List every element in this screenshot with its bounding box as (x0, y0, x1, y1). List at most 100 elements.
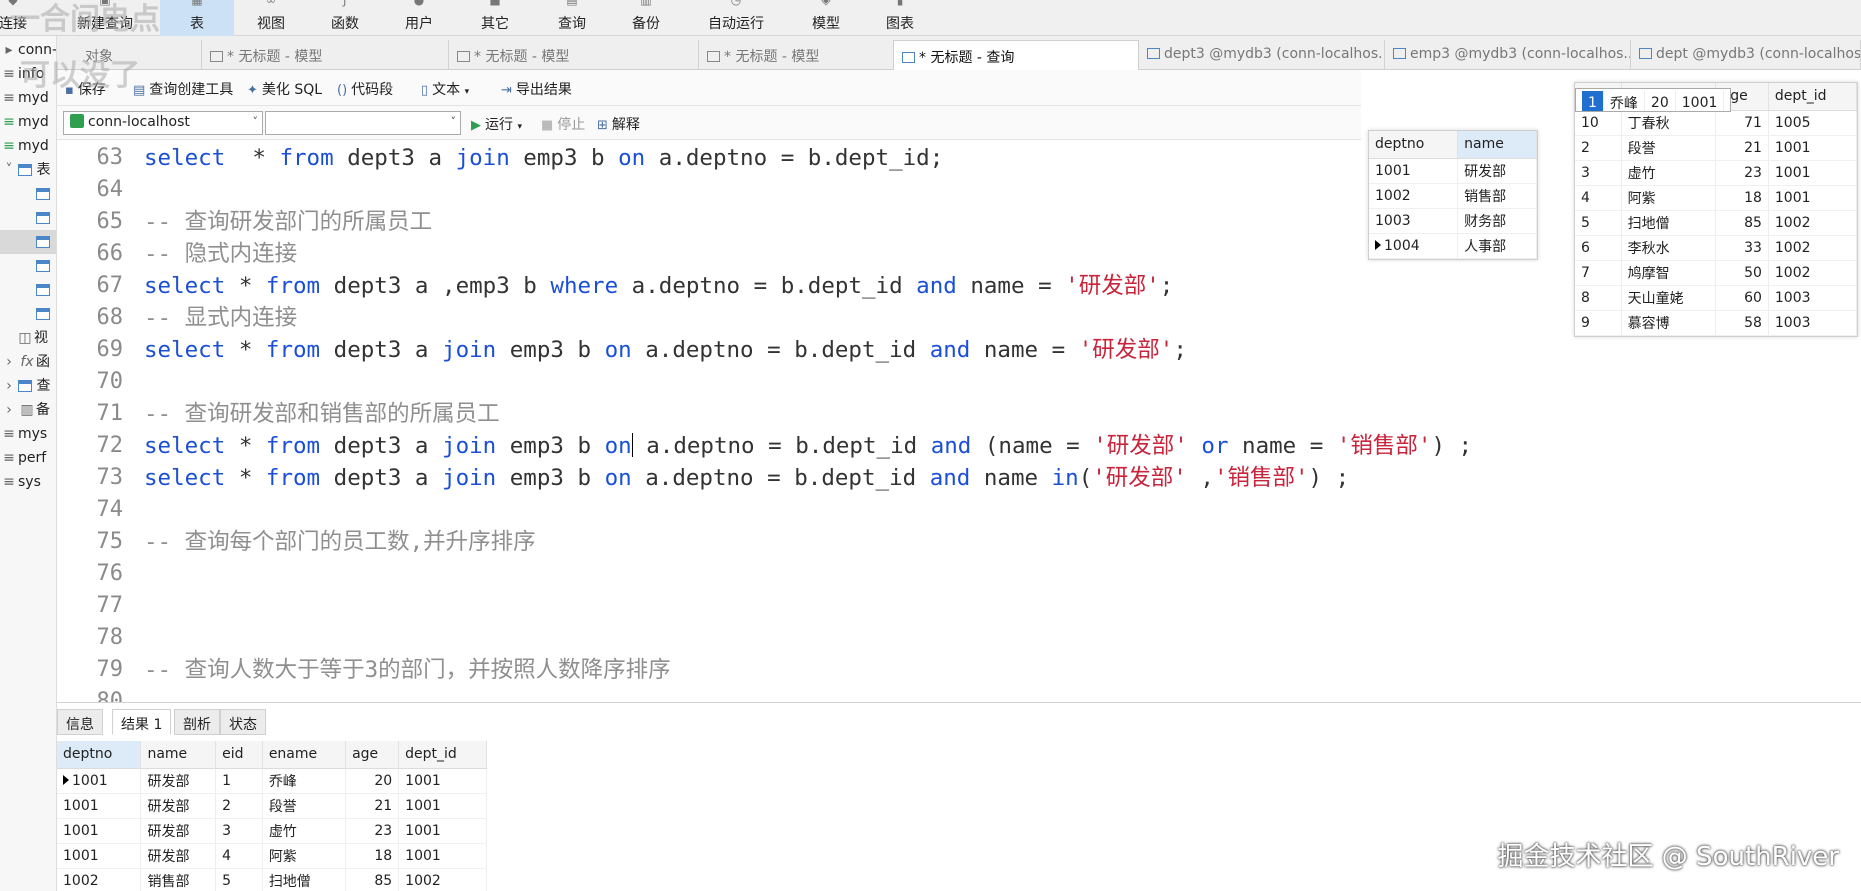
table-row[interactable]: 1001 研发部 (1369, 158, 1537, 184)
column-header[interactable]: dept_id (398, 741, 487, 769)
table-cell[interactable]: 1001 (57, 843, 142, 869)
nav-db-mydb3[interactable]: ≡ myd (0, 134, 56, 158)
table-cell[interactable]: 1001 (398, 843, 487, 869)
code-line[interactable]: -- 查询人数大于等于3的部门，并按照人数降序排序 (144, 654, 671, 686)
column-header[interactable]: deptno (1369, 131, 1459, 159)
table-cell[interactable]: 1001 (57, 818, 142, 844)
table-cell[interactable]: 1001 (1675, 91, 1725, 111)
ribbon-query-button[interactable]: ▤ 查询 (535, 0, 609, 36)
run-button[interactable]: ▶ 运行 ▾ (471, 114, 522, 134)
table-cell[interactable]: 60 (1715, 285, 1769, 311)
column-header[interactable]: eid (215, 741, 263, 769)
table-cell[interactable]: 5 (1575, 210, 1622, 236)
nav-views-folder[interactable]: ◫ 视 (0, 326, 56, 350)
table-cell[interactable]: 扫地僧 (1621, 210, 1716, 236)
table-row[interactable]: 1001 研发部 4 阿紫 18 1001 (57, 843, 487, 869)
table-cell[interactable]: 33 (1715, 235, 1769, 261)
table-cell[interactable]: 人事部 (1457, 233, 1537, 259)
table-row[interactable]: 1001 研发部 3 虚竹 23 1001 (57, 818, 487, 844)
nav-backups-folder[interactable]: › ▥ 备 (0, 398, 56, 422)
ribbon-function-button[interactable]: ƒ 函数 (308, 0, 382, 36)
table-cell[interactable]: 21 (1715, 135, 1769, 161)
dept-table-grid[interactable]: deptno name 1001 研发部 1002 销售部 1003 财务部 1004 人事部 (1368, 130, 1538, 260)
table-cell[interactable]: 虚竹 (262, 818, 347, 844)
text-mode-dropdown[interactable]: ▯ 文本 ▾ (421, 79, 469, 99)
table-row[interactable]: 1003 财务部 (1369, 208, 1537, 234)
code-line[interactable]: -- 隐式内连接 (144, 238, 297, 270)
nav-db-mydb1[interactable]: ≡ myd (0, 86, 56, 110)
table-cell[interactable]: 1001 (1768, 160, 1858, 186)
table-cell[interactable]: 20 (345, 768, 400, 794)
table-cell[interactable]: 7 (1575, 260, 1622, 286)
table-cell[interactable]: 乔峰 (262, 768, 347, 794)
table-cell[interactable]: 1001 (398, 793, 487, 819)
column-header[interactable]: name (140, 741, 217, 769)
table-cell[interactable]: 研发部 (140, 768, 217, 794)
tab-emp3-table[interactable]: emp3 @mydb3 (conn-localhos... (1385, 40, 1631, 70)
code-line[interactable]: select * from dept3 a join emp3 b on a.d… (144, 462, 1349, 494)
table-cell[interactable]: 1001 (398, 768, 487, 794)
table-cell[interactable]: 4 (215, 843, 263, 869)
table-cell[interactable]: 研发部 (140, 793, 217, 819)
table-cell[interactable]: 扫地僧 (262, 868, 347, 891)
code-line[interactable]: -- 查询研发部门的所属员工 (144, 206, 432, 238)
table-cell[interactable]: 段誉 (1621, 135, 1716, 161)
table-row[interactable]: 5 扫地僧 85 1002 (1575, 210, 1858, 236)
nav-table[interactable] (0, 278, 56, 302)
table-cell[interactable]: 研发部 (1457, 158, 1537, 184)
table-cell[interactable]: 1002 (398, 868, 487, 891)
table-cell[interactable]: 虚竹 (1621, 160, 1716, 186)
table-cell[interactable]: 鸠摩智 (1621, 260, 1716, 286)
table-cell[interactable]: 段誉 (262, 793, 347, 819)
save-button[interactable]: ▪ 保存 (65, 79, 106, 99)
tab-model-2[interactable]: * 无标题 - 模型 (449, 40, 699, 70)
table-row[interactable]: 7 鸠摩智 50 1002 (1575, 260, 1858, 286)
table-cell[interactable]: 1005 (1768, 110, 1858, 136)
table-cell[interactable]: 2 (1575, 135, 1622, 161)
code-line[interactable]: select * from dept3 a ,emp3 b where a.de… (144, 270, 1173, 302)
table-cell[interactable]: 23 (1715, 160, 1769, 186)
nav-db-info[interactable]: ≡ info (0, 62, 56, 86)
ribbon-view-button[interactable]: ∞ 视图 (234, 0, 308, 36)
result-grid[interactable]: deptno name eid ename age dept_id 1001 研发部 1 乔峰 2… (57, 741, 487, 891)
explain-button[interactable]: ⊞ 解释 (597, 114, 640, 134)
table-cell[interactable]: 1001 (398, 818, 487, 844)
table-cell[interactable]: 1001 (57, 768, 142, 794)
nav-table[interactable] (0, 182, 56, 206)
table-cell[interactable]: 4 (1575, 185, 1622, 211)
table-cell[interactable]: 3 (1575, 160, 1622, 186)
table-cell[interactable]: 1001 (57, 793, 142, 819)
nav-db-sys[interactable]: ≡ sys (0, 470, 56, 494)
ribbon-connect-button[interactable]: ◆ 连接 (0, 0, 50, 36)
table-cell[interactable]: 10 (1575, 110, 1622, 136)
nav-table[interactable] (0, 302, 56, 326)
code-line[interactable]: -- 查询研发部和销售部的所属员工 (144, 398, 500, 430)
table-cell[interactable]: 8 (1575, 285, 1622, 311)
export-result-button[interactable]: ⇥ 导出结果 (501, 79, 572, 99)
table-cell[interactable]: 20 (1644, 91, 1676, 111)
table-cell[interactable]: 李秋水 (1621, 235, 1716, 261)
nav-connection[interactable]: ▸ conn-l (0, 38, 56, 62)
table-cell[interactable]: 阿紫 (1621, 185, 1716, 211)
table-row[interactable]: 1001 研发部 2 段誉 21 1001 (57, 793, 487, 819)
table-cell[interactable]: 1002 (1768, 260, 1858, 286)
tab-query-active[interactable]: * 无标题 - 查询 (893, 40, 1139, 70)
table-cell[interactable]: 1001 (1768, 185, 1858, 211)
ribbon-other-button[interactable]: ■ 其它 (458, 0, 532, 36)
table-cell[interactable]: 1 (1582, 91, 1604, 111)
table-cell[interactable]: 销售部 (140, 868, 217, 891)
code-line[interactable]: select * from dept3 a join emp3 b on a.d… (144, 334, 1187, 366)
table-cell[interactable]: 研发部 (140, 843, 217, 869)
code-snippet-button[interactable]: () 代码段 (337, 79, 393, 99)
nav-queries-folder[interactable]: › 查 (0, 374, 56, 398)
table-cell[interactable]: 天山童姥 (1621, 285, 1716, 311)
table-cell[interactable]: 9 (1575, 310, 1622, 336)
table-cell[interactable]: 1002 (57, 868, 142, 891)
tab-result-1[interactable]: 结果 1 (112, 709, 172, 735)
tab-profile[interactable]: 剖析 (174, 709, 220, 735)
database-select[interactable]: ˅ (265, 111, 461, 135)
table-cell[interactable]: 阿紫 (262, 843, 347, 869)
table-cell[interactable]: 1003 (1369, 208, 1459, 234)
table-row[interactable]: 2 段誉 21 1001 (1575, 135, 1858, 161)
tab-status[interactable]: 状态 (220, 709, 266, 735)
